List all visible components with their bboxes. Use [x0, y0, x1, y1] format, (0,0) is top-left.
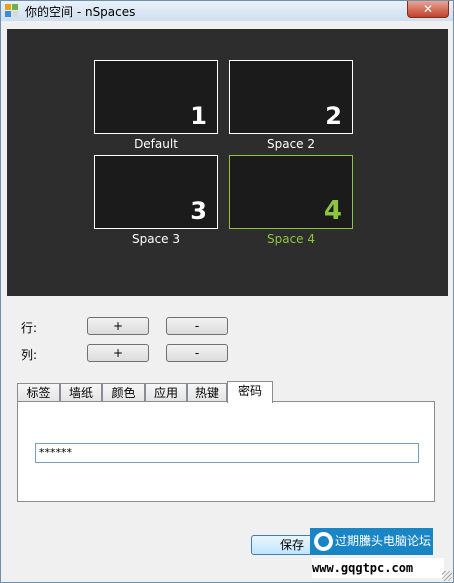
watermark-url: www.gqgtpc.com: [312, 558, 444, 578]
tab-tags[interactable]: 标签: [17, 383, 60, 402]
tab-colors[interactable]: 颜色: [102, 383, 145, 402]
space-label: Space 4: [266, 232, 316, 246]
space-label: Space 2: [266, 137, 316, 151]
resize-grip[interactable]: [442, 571, 452, 581]
tab-hotkeys[interactable]: 热键: [187, 383, 227, 402]
rows-label: 行:: [21, 321, 38, 335]
space-number: 3: [190, 197, 207, 225]
remove-row-button[interactable]: -: [166, 317, 228, 335]
space-tile-3[interactable]: 3: [94, 155, 218, 229]
close-button[interactable]: ✕: [407, 1, 449, 18]
close-icon: ✕: [422, 2, 434, 16]
tab-wallpaper[interactable]: 墙纸: [60, 383, 102, 402]
space-number: 1: [190, 102, 207, 130]
app-window: 你的空间 - nSpaces ✕ 1 Default 2 Space 2 3 S…: [0, 0, 454, 583]
window-title: 你的空间 - nSpaces: [25, 5, 136, 19]
tab-password[interactable]: 密码: [227, 381, 273, 403]
columns-label: 列:: [21, 348, 38, 362]
title-bar[interactable]: 你的空间 - nSpaces ✕: [1, 1, 453, 21]
space-number: 4: [323, 196, 342, 226]
space-label: Space 3: [131, 232, 181, 246]
add-column-button[interactable]: +: [87, 344, 149, 362]
space-number: 2: [325, 102, 342, 130]
watermark-text: 过期黱头电脑论坛: [335, 534, 432, 548]
space-tile-1[interactable]: 1: [94, 60, 218, 134]
password-field[interactable]: ******: [35, 443, 419, 463]
spaces-panel: 1 Default 2 Space 2 3 Space 3 4 Space 4: [7, 29, 448, 296]
app-icon: [5, 4, 19, 18]
remove-column-button[interactable]: -: [166, 344, 228, 362]
add-row-button[interactable]: +: [87, 317, 149, 335]
tab-content-password: ******: [17, 401, 435, 502]
space-tile-4[interactable]: 4: [229, 155, 353, 229]
space-tile-2[interactable]: 2: [229, 60, 353, 134]
site-logo-icon: [314, 532, 333, 551]
watermark-banner: 过期黱头电脑论坛: [310, 528, 433, 555]
space-label: Default: [134, 137, 178, 151]
tab-apps[interactable]: 应用: [145, 383, 187, 402]
